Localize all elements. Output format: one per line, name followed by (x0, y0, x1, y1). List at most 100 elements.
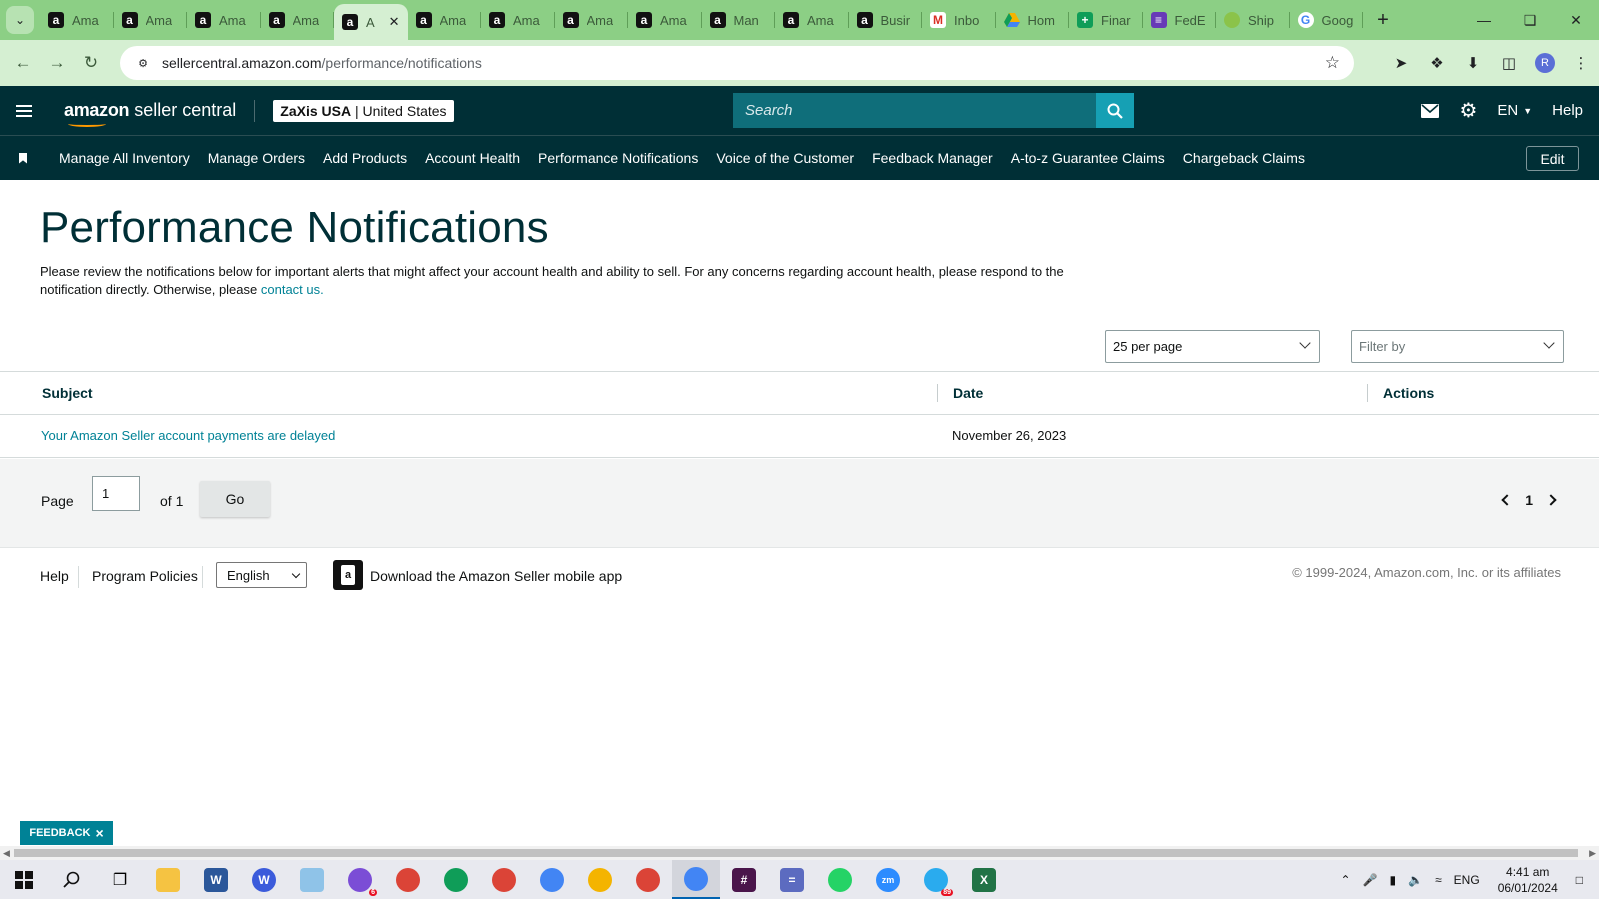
browser-tab[interactable]: a Ama (261, 0, 335, 40)
footer-language-select[interactable]: English (216, 562, 307, 588)
footer-help-link[interactable]: Help (40, 568, 69, 584)
wps-writer-button[interactable]: W (240, 860, 288, 899)
search-input[interactable] (733, 93, 1096, 128)
notification-subject-link[interactable]: Your Amazon Seller account payments are … (41, 428, 335, 443)
file-explorer-button[interactable] (144, 860, 192, 899)
nav-link-feedback-manager[interactable]: Feedback Manager (863, 150, 1002, 166)
browser-tab[interactable]: + Finar (1069, 0, 1143, 40)
close-window-button[interactable]: ✕ (1553, 0, 1599, 40)
nav-link-manage-orders[interactable]: Manage Orders (199, 150, 314, 166)
column-header-date[interactable]: Date (953, 385, 983, 401)
nav-link-add-products[interactable]: Add Products (314, 150, 416, 166)
task-view-button[interactable]: ❐ (96, 860, 144, 899)
browser-tab[interactable]: ≡ FedE (1143, 0, 1217, 40)
chrome-profile-5-button[interactable] (576, 860, 624, 899)
extension-arrow-icon[interactable]: ➤ (1383, 46, 1419, 80)
browser-tab[interactable]: a Busir (849, 0, 923, 40)
scroll-left-icon[interactable]: ◀ (3, 848, 10, 859)
amazon-seller-app-icon[interactable]: a (333, 560, 363, 590)
current-page-number[interactable]: 1 (1525, 492, 1533, 508)
site-settings-icon[interactable]: ⚙ (132, 52, 154, 74)
browser-tab[interactable]: G Goog (1290, 0, 1364, 40)
side-panel-icon[interactable]: ◫ (1491, 46, 1527, 80)
taskbar-clock[interactable]: 4:41 am 06/01/2024 (1486, 864, 1570, 896)
nav-link-performance-notifications[interactable]: Performance Notifications (529, 150, 707, 166)
browser-tab[interactable]: a Ama (40, 0, 114, 40)
extensions-puzzle-icon[interactable]: ❖ (1419, 46, 1455, 80)
notepad-button[interactable] (288, 860, 336, 899)
bookmark-star-icon[interactable]: ☆ (1325, 53, 1340, 73)
download-icon[interactable]: ⬇ (1455, 46, 1491, 80)
minimize-button[interactable]: — (1461, 0, 1507, 40)
bookmarks-icon[interactable] (0, 152, 46, 164)
search-button[interactable] (1096, 93, 1134, 128)
browser-tab[interactable]: a Ama (187, 0, 261, 40)
windows-start-button[interactable] (0, 860, 48, 899)
horizontal-scrollbar[interactable]: ◀ ▶ (0, 846, 1599, 860)
whatsapp-button[interactable] (816, 860, 864, 899)
chrome-profile-1-button[interactable] (384, 860, 432, 899)
browser-tab[interactable]: a A ✕ (334, 4, 408, 40)
calculator-button[interactable]: = (768, 860, 816, 899)
browser-tab[interactable]: Ship (1216, 0, 1290, 40)
nav-link-chargeback-claims[interactable]: Chargeback Claims (1174, 150, 1314, 166)
restore-button[interactable]: ❏ (1507, 0, 1553, 40)
settings-button[interactable]: ⚙ (1449, 98, 1487, 123)
help-link[interactable]: Help (1542, 102, 1599, 119)
notifications-center-icon[interactable]: □ (1570, 873, 1599, 887)
close-icon[interactable]: × (95, 825, 103, 841)
reload-button[interactable]: ↻ (74, 46, 108, 80)
zoom-button[interactable]: zm (864, 860, 912, 899)
mobile-app-link[interactable]: Download the Amazon Seller mobile app (370, 568, 622, 584)
close-tab-icon[interactable]: ✕ (389, 14, 400, 30)
hamburger-menu-icon[interactable] (0, 86, 48, 135)
slack-button[interactable]: # (720, 860, 768, 899)
scroll-right-icon[interactable]: ▶ (1589, 848, 1596, 859)
contact-us-link[interactable]: contact us. (261, 282, 324, 297)
new-tab-button[interactable]: + (1369, 6, 1397, 34)
taskbar-search-button[interactable] (48, 860, 96, 899)
back-button[interactable]: ← (6, 46, 40, 80)
browser-tab[interactable]: a Ama (481, 0, 555, 40)
word-button[interactable]: W (192, 860, 240, 899)
telegram-button[interactable]: 89 (912, 860, 960, 899)
battery-icon[interactable]: ▮ (1384, 873, 1403, 887)
feedback-tab[interactable]: FEEDBACK × (20, 821, 113, 845)
browser-tab[interactable]: a Ama (555, 0, 629, 40)
chrome-profile-6-button[interactable] (624, 860, 672, 899)
forward-button[interactable]: → (40, 46, 74, 80)
chevron-up-icon[interactable]: ⌃ (1335, 873, 1357, 887)
per-page-select[interactable]: 25 per page (1105, 330, 1320, 363)
browser-tab[interactable]: Hom (996, 0, 1070, 40)
speaker-icon[interactable]: 🔈 (1402, 873, 1429, 887)
browser-tab[interactable]: a Ama (114, 0, 188, 40)
browser-tab[interactable]: M Inbo (922, 0, 996, 40)
language-menu[interactable]: EN ▼ (1487, 102, 1542, 119)
chrome-profile-3-button[interactable] (480, 860, 528, 899)
nav-link-account-health[interactable]: Account Health (416, 150, 529, 166)
more-menu-icon[interactable]: ⋮ (1563, 46, 1599, 80)
filter-select[interactable]: Filter by (1351, 330, 1564, 363)
messages-button[interactable] (1411, 103, 1449, 118)
program-policies-link[interactable]: Program Policies (92, 568, 198, 584)
nav-link-voice-of-the-customer[interactable]: Voice of the Customer (707, 150, 863, 166)
excel-button[interactable]: X (960, 860, 1008, 899)
wifi-icon[interactable]: ≈ (1429, 873, 1448, 887)
next-page-icon[interactable] (1545, 494, 1557, 506)
seller-central-logo[interactable]: amazon seller central (64, 100, 236, 127)
input-language[interactable]: ENG (1448, 873, 1486, 887)
chrome-profile-4-button[interactable] (528, 860, 576, 899)
browser-tab[interactable]: a Ama (775, 0, 849, 40)
browser-tab[interactable]: a Ama (408, 0, 482, 40)
column-header-subject[interactable]: Subject (42, 385, 93, 401)
edit-nav-button[interactable]: Edit (1526, 146, 1579, 171)
tab-search-button[interactable]: ⌄ (6, 6, 34, 34)
address-bar[interactable]: ⚙ sellercentral.amazon.com/performance/n… (120, 46, 1354, 80)
browser-tab[interactable]: a Ama (628, 0, 702, 40)
go-button[interactable]: Go (200, 481, 270, 517)
chrome-active-button[interactable] (672, 860, 720, 899)
app-launcher-button[interactable]: 6 (336, 860, 384, 899)
page-number-input[interactable] (92, 476, 140, 511)
profile-button[interactable]: R (1527, 46, 1563, 80)
chrome-profile-2-button[interactable] (432, 860, 480, 899)
